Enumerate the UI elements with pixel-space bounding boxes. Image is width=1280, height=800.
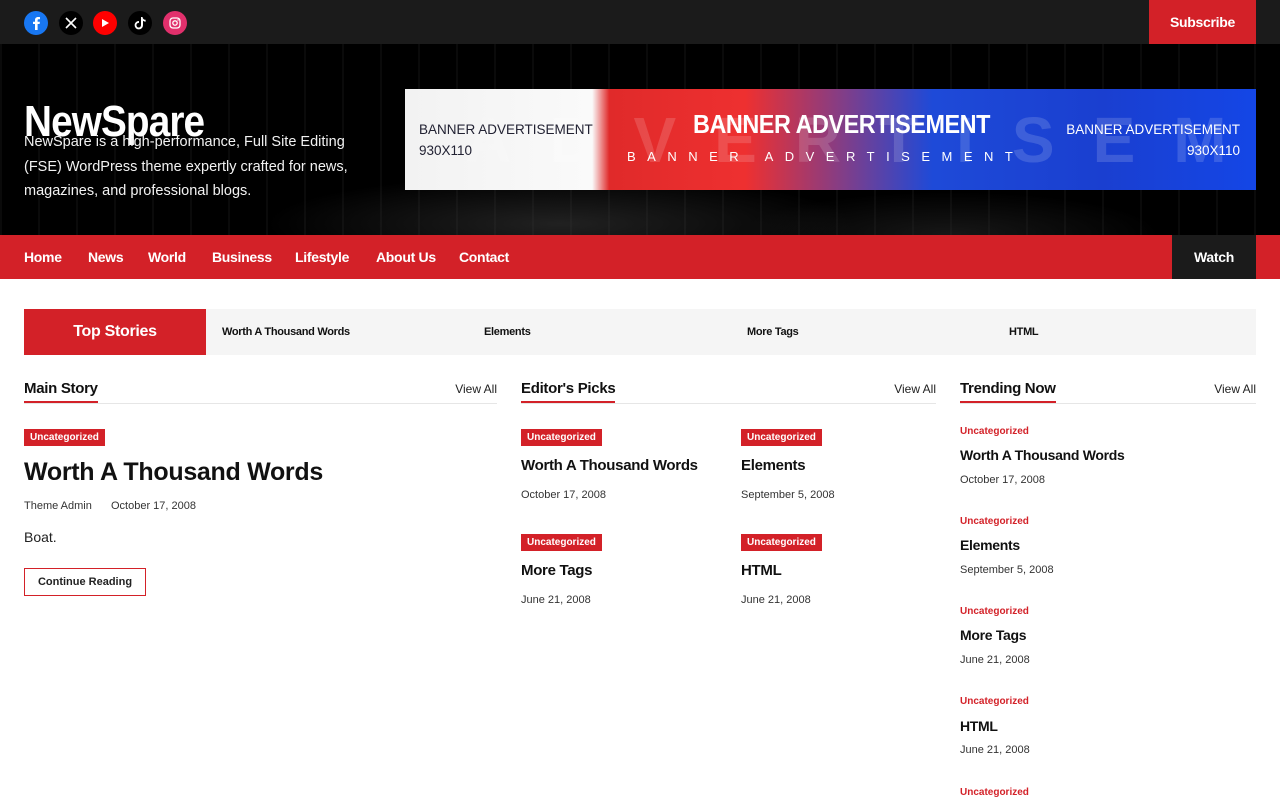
- category-link[interactable]: Uncategorized: [960, 426, 1029, 437]
- category-badge[interactable]: Uncategorized: [741, 534, 822, 551]
- top-stories-ticker: Top Stories Worth A Thousand Words Eleme…: [24, 309, 1256, 355]
- post-date: June 21, 2008: [521, 594, 591, 606]
- editors-picks-heading: Editor's Picks: [521, 380, 616, 403]
- post-date: June 21, 2008: [960, 744, 1030, 756]
- nav-item-lifestyle[interactable]: Lifestyle: [295, 235, 349, 279]
- nav-item-business[interactable]: Business: [212, 235, 272, 279]
- continue-reading-button[interactable]: Continue Reading: [24, 568, 146, 596]
- ticker-item[interactable]: Worth A Thousand Words: [222, 309, 350, 355]
- ticker-item[interactable]: Elements: [484, 309, 531, 355]
- x-icon[interactable]: [59, 11, 83, 35]
- editors-picks-view-all-link[interactable]: View All: [894, 382, 936, 396]
- ticker-item[interactable]: More Tags: [747, 309, 799, 355]
- post-title[interactable]: Worth A Thousand Words: [960, 447, 1125, 463]
- post-author[interactable]: Theme Admin: [24, 500, 92, 512]
- watch-button[interactable]: Watch: [1172, 235, 1256, 279]
- category-badge[interactable]: Uncategorized: [521, 429, 602, 446]
- banner-left-line1: BANNER ADVERTISEMENT: [419, 122, 593, 137]
- main-navigation: Home News World Business Lifestyle About…: [0, 235, 1280, 279]
- banner-sub-text: BANNER ADVERTISEMENT: [627, 149, 1025, 164]
- category-badge[interactable]: Uncategorized: [521, 534, 602, 551]
- banner-main-text: BANNER ADVERTISEMENT: [693, 109, 990, 139]
- category-link[interactable]: Uncategorized: [960, 606, 1029, 617]
- trending-now-heading: Trending Now: [960, 380, 1056, 403]
- post-title[interactable]: Elements: [960, 537, 1020, 553]
- ticker-label: Top Stories: [24, 309, 206, 355]
- tiktok-icon[interactable]: [128, 11, 152, 35]
- site-tagline: NewSpare is a high-performance, Full Sit…: [24, 134, 348, 199]
- category-link[interactable]: Uncategorized: [960, 516, 1029, 527]
- banner-right-line2: 930X110: [1186, 143, 1240, 158]
- post-date: October 17, 2008: [521, 489, 607, 501]
- post-title[interactable]: HTML: [741, 562, 782, 579]
- site-header: NewSpare NewSpare is a high-performance,…: [0, 44, 1280, 235]
- nav-item-home[interactable]: Home: [24, 235, 62, 279]
- top-bar: Subscribe: [0, 0, 1280, 44]
- post-date: June 21, 2008: [741, 594, 811, 606]
- post-title[interactable]: HTML: [960, 718, 998, 734]
- banner-left-text: BANNER ADVERTISEMENT 930X110: [419, 119, 593, 161]
- nav-item-news[interactable]: News: [88, 235, 124, 279]
- main-story-view-all-link[interactable]: View All: [455, 382, 497, 396]
- category-badge[interactable]: Uncategorized: [24, 429, 105, 446]
- instagram-icon[interactable]: [163, 11, 187, 35]
- section-divider: [24, 403, 497, 404]
- nav-item-world[interactable]: World: [148, 235, 186, 279]
- category-badge[interactable]: Uncategorized: [741, 429, 822, 446]
- banner-advertisement[interactable]: ADVERTISEMENT BANNER ADVERTISEMENT 930X1…: [405, 89, 1256, 190]
- category-link[interactable]: Uncategorized: [960, 787, 1029, 798]
- post-date: September 5, 2008: [960, 564, 1054, 576]
- post-title[interactable]: Worth A Thousand Words: [521, 457, 698, 474]
- category-link[interactable]: Uncategorized: [960, 696, 1029, 707]
- nav-item-about-us[interactable]: About Us: [376, 235, 436, 279]
- subscribe-button[interactable]: Subscribe: [1149, 0, 1256, 44]
- ticker-item[interactable]: HTML: [1009, 309, 1039, 355]
- post-title[interactable]: More Tags: [960, 627, 1027, 643]
- youtube-icon[interactable]: [93, 11, 117, 35]
- main-story-heading: Main Story: [24, 380, 98, 403]
- post-date: October 17, 2008: [111, 500, 197, 512]
- nav-item-contact[interactable]: Contact: [459, 235, 509, 279]
- banner-right-text: BANNER ADVERTISEMENT 930X110: [1066, 119, 1240, 161]
- facebook-icon[interactable]: [24, 11, 48, 35]
- banner-right-line1: BANNER ADVERTISEMENT: [1066, 122, 1240, 137]
- post-date: June 21, 2008: [960, 654, 1030, 666]
- post-date: September 5, 2008: [741, 489, 835, 501]
- main-story-title[interactable]: Worth A Thousand Words: [24, 458, 323, 487]
- banner-left-line2: 930X110: [419, 143, 473, 158]
- post-title[interactable]: Elements: [741, 457, 806, 474]
- post-title[interactable]: More Tags: [521, 562, 593, 579]
- trending-view-all-link[interactable]: View All: [1214, 382, 1256, 396]
- section-divider: [960, 403, 1256, 404]
- section-divider: [521, 403, 936, 404]
- post-excerpt: Boat.: [24, 529, 57, 545]
- post-date: October 17, 2008: [960, 474, 1046, 486]
